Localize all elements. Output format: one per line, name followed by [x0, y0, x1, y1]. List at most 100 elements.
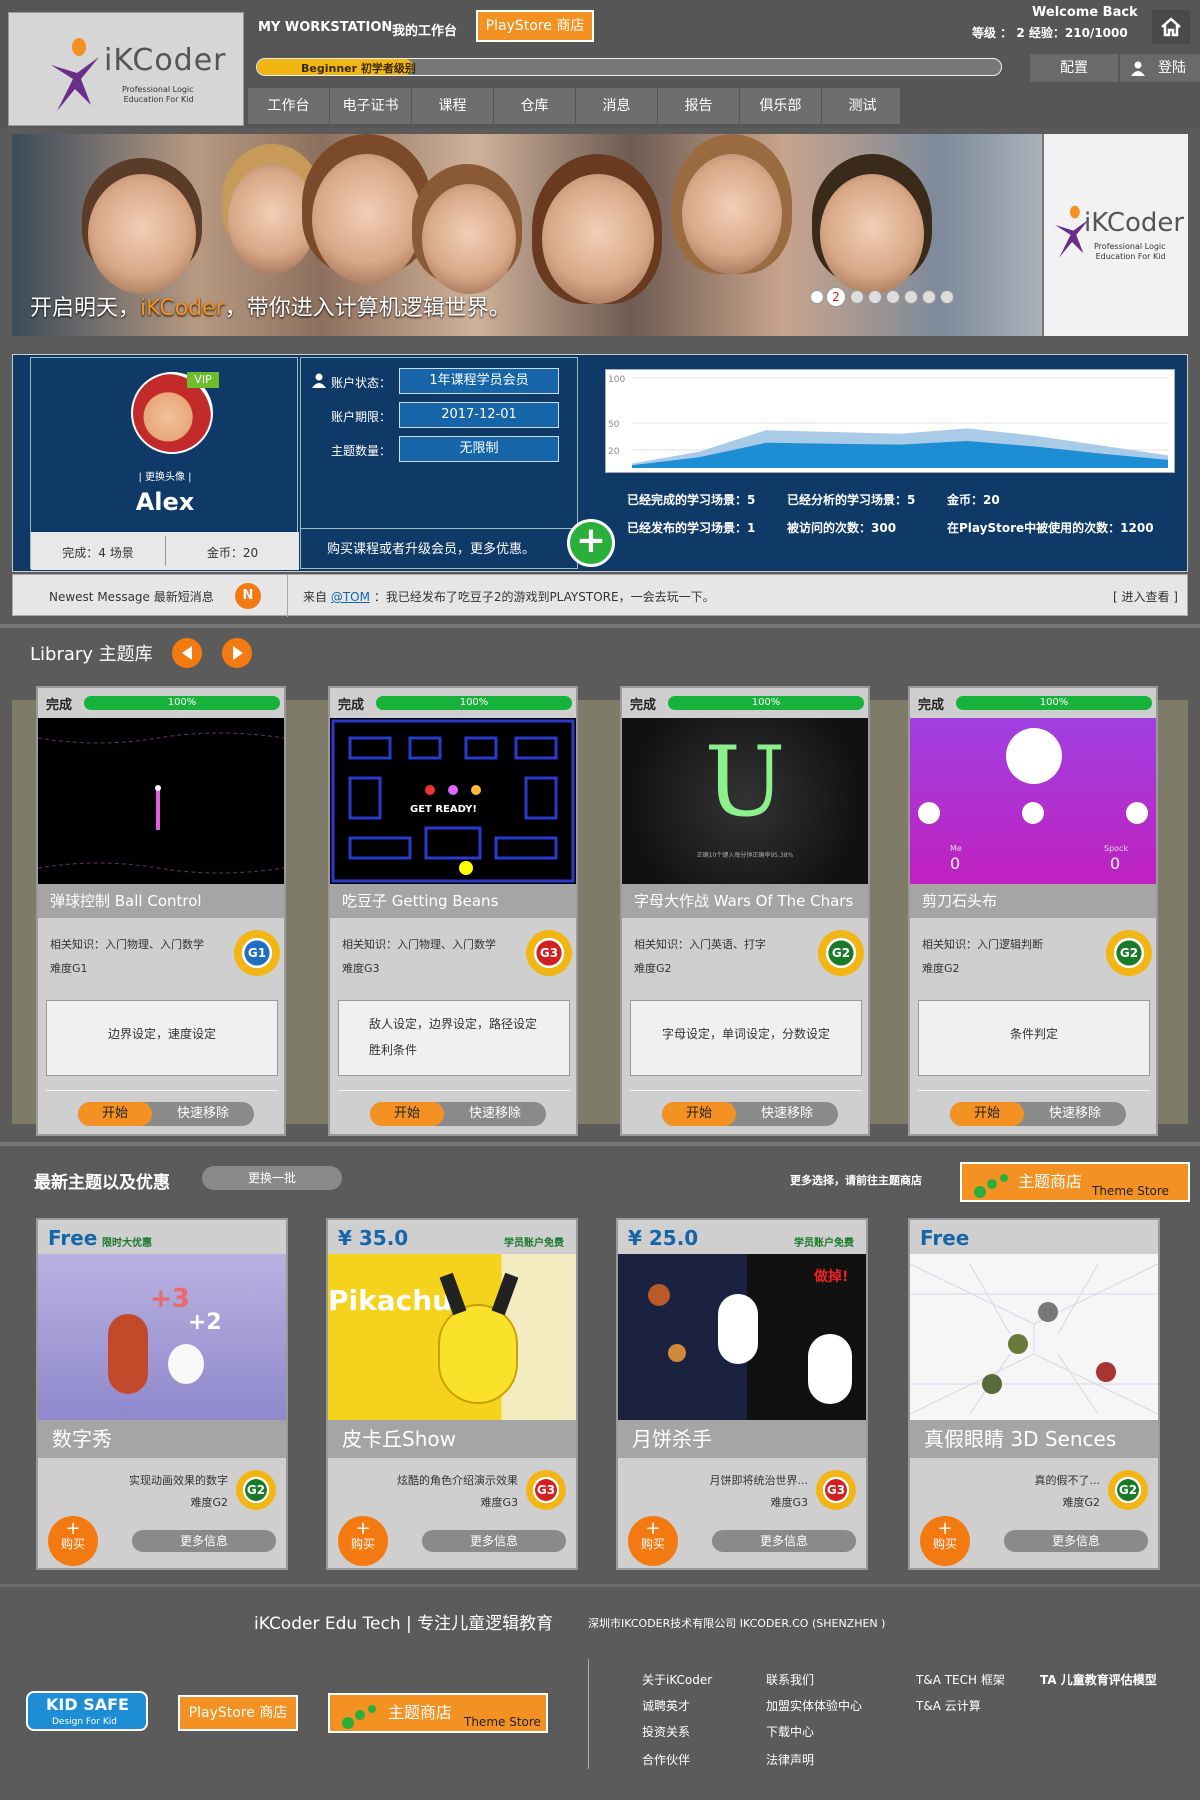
- more-info-button[interactable]: 更多信息: [422, 1530, 566, 1552]
- vip-badge: VIP: [187, 372, 219, 388]
- change-avatar-link[interactable]: | 更换头像 |: [31, 468, 299, 483]
- slide-dot[interactable]: [922, 290, 936, 304]
- slide-dot[interactable]: [868, 290, 882, 304]
- tab-test[interactable]: 测试: [822, 88, 904, 124]
- home-button[interactable]: [1152, 10, 1190, 44]
- theme-card-3d-eyes: Free 真假眼睛 3D Sences 真的假不了... 难度G2 G2 + 购买…: [908, 1218, 1160, 1570]
- game-description: 条件判定: [918, 1000, 1150, 1076]
- slide-dot[interactable]: [886, 290, 900, 304]
- my-workstation-link[interactable]: MY WORKSTATION: [258, 20, 392, 35]
- tab-repository[interactable]: 仓库: [494, 88, 576, 124]
- start-button[interactable]: 开始: [370, 1102, 444, 1126]
- paper-icon[interactable]: [1022, 802, 1044, 824]
- login-button[interactable]: 登陆: [1120, 54, 1200, 82]
- game-description: 字母设定，单词设定，分数设定: [630, 1000, 862, 1076]
- slide-dots: 2: [810, 134, 990, 336]
- footer-link[interactable]: 合作伙伴: [642, 1751, 690, 1768]
- slide-dot[interactable]: [904, 290, 918, 304]
- theme-description: 炫酷的角色介绍演示效果: [397, 1474, 518, 1487]
- footer-link[interactable]: 法律声明: [766, 1751, 814, 1768]
- tab-certificate[interactable]: 电子证书: [330, 88, 412, 124]
- game-thumbnail[interactable]: Me 0 Spock 0: [910, 718, 1156, 884]
- theme-title[interactable]: 皮卡丘Show: [328, 1420, 576, 1458]
- start-button[interactable]: 开始: [78, 1102, 152, 1126]
- config-button[interactable]: 配置: [1030, 54, 1118, 82]
- playstore-button[interactable]: PlayStore 商店: [476, 10, 594, 42]
- footer-playstore-button[interactable]: PlayStore 商店: [178, 1695, 298, 1731]
- footer-link[interactable]: T&A 云计算: [916, 1697, 981, 1714]
- game-title[interactable]: 弹球控制 Ball Control: [38, 884, 284, 918]
- theme-title[interactable]: 月饼杀手: [618, 1420, 866, 1458]
- message-user-link[interactable]: @TOM: [331, 590, 370, 604]
- footer-link[interactable]: 加盟实体体验中心: [766, 1697, 862, 1714]
- theme-image[interactable]: +3 +2: [38, 1254, 286, 1420]
- plus-icon: +: [575, 520, 607, 561]
- game-difficulty: 难度G2: [634, 962, 672, 975]
- buy-button[interactable]: + 购买: [920, 1516, 970, 1566]
- quick-remove-button[interactable]: 快速移除: [152, 1102, 254, 1126]
- tab-reports[interactable]: 报告: [658, 88, 740, 124]
- footer-link[interactable]: 诚聘英才: [642, 1697, 690, 1714]
- scissors-icon[interactable]: [1126, 802, 1148, 824]
- game-thumbnail[interactable]: [37, 718, 285, 884]
- upgrade-text[interactable]: 购买课程或者升级会员，更多优惠。: [327, 538, 535, 557]
- quick-remove-button[interactable]: 快速移除: [1024, 1102, 1126, 1126]
- game-thumbnail[interactable]: U 正确10个键入每分钟正确率95.38%: [622, 718, 868, 884]
- game-thumbnail[interactable]: GET READY!: [330, 718, 576, 884]
- theme-image[interactable]: Pikachu: [328, 1254, 576, 1420]
- footer-link[interactable]: TA 儿童教育评估模型: [1040, 1671, 1157, 1688]
- tab-courses[interactable]: 课程: [412, 88, 494, 124]
- logo-mark-icon: [51, 38, 99, 111]
- tab-club[interactable]: 俱乐部: [740, 88, 822, 124]
- add-button[interactable]: +: [567, 519, 615, 567]
- brand-sub-1: Professional Logic: [122, 85, 194, 94]
- tab-workstation[interactable]: 工作台: [248, 88, 330, 124]
- tagline-suffix: ，带你进入计算机逻辑世界。: [224, 296, 511, 321]
- library-prev-button[interactable]: [172, 638, 202, 668]
- theme-image[interactable]: 做掉!: [618, 1254, 866, 1420]
- new-message-badge: N: [235, 583, 261, 609]
- footer-link[interactable]: T&A TECH 框架: [916, 1671, 1005, 1688]
- slide-dot[interactable]: [940, 290, 954, 304]
- footer-link[interactable]: 投资关系: [642, 1723, 690, 1740]
- footer: iKCoder Edu Tech | 专注儿童逻辑教育 深圳市IKCODER技术…: [0, 1584, 1200, 1800]
- theme-title[interactable]: 数字秀: [38, 1420, 286, 1458]
- brand-subtitle: Professional Logic Education For Kid: [122, 85, 194, 105]
- game-title[interactable]: 剪刀石头布: [910, 884, 1156, 918]
- start-button[interactable]: 开始: [662, 1102, 736, 1126]
- learning-chart-svg: 100 50 20: [608, 375, 1168, 468]
- rock-icon[interactable]: [918, 802, 940, 824]
- letter-u: U: [704, 726, 786, 838]
- quick-remove-button[interactable]: 快速移除: [736, 1102, 838, 1126]
- more-choices-hint: 更多选择，请前往主题商店: [790, 1174, 922, 1187]
- game-title[interactable]: 字母大作战 Wars Of The Chars: [622, 884, 868, 918]
- my-workstation-cn-link[interactable]: 我的工作台: [392, 20, 457, 39]
- theme-store-button[interactable]: 主题商店 Theme Store: [960, 1162, 1190, 1202]
- footer-link[interactable]: 联系我们: [766, 1671, 814, 1688]
- theme-promo: 学员账户免费: [504, 1238, 564, 1249]
- tab-messages[interactable]: 消息: [576, 88, 658, 124]
- slide-dot-current[interactable]: 2: [826, 287, 846, 307]
- more-info-button[interactable]: 更多信息: [1004, 1530, 1148, 1552]
- game-title[interactable]: 吃豆子 Getting Beans: [330, 884, 576, 918]
- buy-button[interactable]: + 购买: [48, 1516, 98, 1566]
- more-info-button[interactable]: 更多信息: [712, 1530, 856, 1552]
- slide-dot[interactable]: [850, 290, 864, 304]
- theme-title[interactable]: 真假眼睛 3D Sences: [910, 1420, 1158, 1458]
- slide-dot[interactable]: [810, 290, 824, 304]
- store-btn-en: Theme Store: [1092, 1184, 1169, 1198]
- refresh-batch-button[interactable]: 更换一批: [202, 1166, 342, 1190]
- more-info-button[interactable]: 更多信息: [132, 1530, 276, 1552]
- footer-link[interactable]: 关于iKCoder: [642, 1671, 712, 1688]
- library-next-button[interactable]: [222, 638, 252, 668]
- theme-image[interactable]: [909, 1254, 1159, 1420]
- view-message-link[interactable]: [ 进入查看 ]: [1113, 588, 1178, 605]
- footer-theme-store-button[interactable]: 主题商店 Theme Store: [328, 1693, 548, 1733]
- buy-button[interactable]: + 购买: [628, 1516, 678, 1566]
- brand-logo[interactable]: iKCoder Professional Logic Education For …: [8, 12, 244, 126]
- quick-remove-button[interactable]: 快速移除: [444, 1102, 546, 1126]
- start-button[interactable]: 开始: [950, 1102, 1024, 1126]
- kid-safe-badge[interactable]: KID SAFE Design For Kid: [26, 1691, 148, 1731]
- buy-button[interactable]: + 购买: [338, 1516, 388, 1566]
- footer-link[interactable]: 下载中心: [766, 1723, 814, 1740]
